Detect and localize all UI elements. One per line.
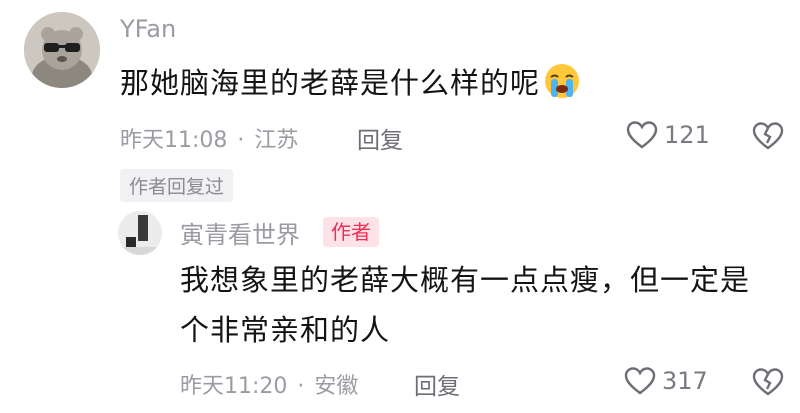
comment-time: 昨天11:08 — [120, 128, 228, 153]
dislike-heart-icon[interactable] — [752, 121, 784, 151]
comment-location: 江苏 — [254, 128, 299, 153]
reply-button[interactable]: 回复 — [357, 121, 403, 155]
heart-icon — [626, 120, 658, 150]
reply-avatar[interactable] — [118, 211, 162, 255]
comment-text: 那她脑海里的老薛是什么样的呢 — [120, 60, 582, 101]
comment-text-content: 那她脑海里的老薛是什么样的呢 — [120, 66, 541, 100]
author-badge: 作者 — [323, 217, 379, 247]
heart-icon — [624, 366, 656, 396]
separator-dot: · — [297, 374, 305, 399]
reply-to-reply-button[interactable]: 回复 — [414, 367, 460, 401]
separator-dot: · — [237, 128, 245, 153]
reply-like-count: 317 — [662, 367, 708, 395]
reply-text-line2: 个非常亲和的人 — [180, 313, 391, 347]
like-count: 121 — [664, 121, 710, 149]
author-replied-tag: 作者回复过 — [120, 169, 234, 202]
reply-dislike-heart-icon[interactable] — [752, 367, 784, 397]
reply-time: 昨天11:20 — [180, 374, 288, 399]
avatar-image — [24, 12, 100, 88]
like-button[interactable]: 121 — [626, 120, 710, 150]
avatar[interactable] — [24, 12, 100, 88]
reply-avatar-image — [118, 211, 162, 255]
comment-meta: 昨天11:08 · 江苏 — [120, 122, 298, 154]
reply-like-button[interactable]: 317 — [624, 366, 708, 396]
reply-text-line1: 我想象里的老薛大概有一点点瘦，但一定是 — [180, 263, 751, 297]
reply-meta: 昨天11:20 · 安徽 — [180, 368, 358, 400]
reply-location: 安徽 — [314, 374, 359, 399]
crying-face-icon — [542, 60, 582, 100]
comment-username[interactable]: YFan — [120, 15, 176, 43]
reply-username[interactable]: 寅青看世界 — [180, 215, 300, 250]
